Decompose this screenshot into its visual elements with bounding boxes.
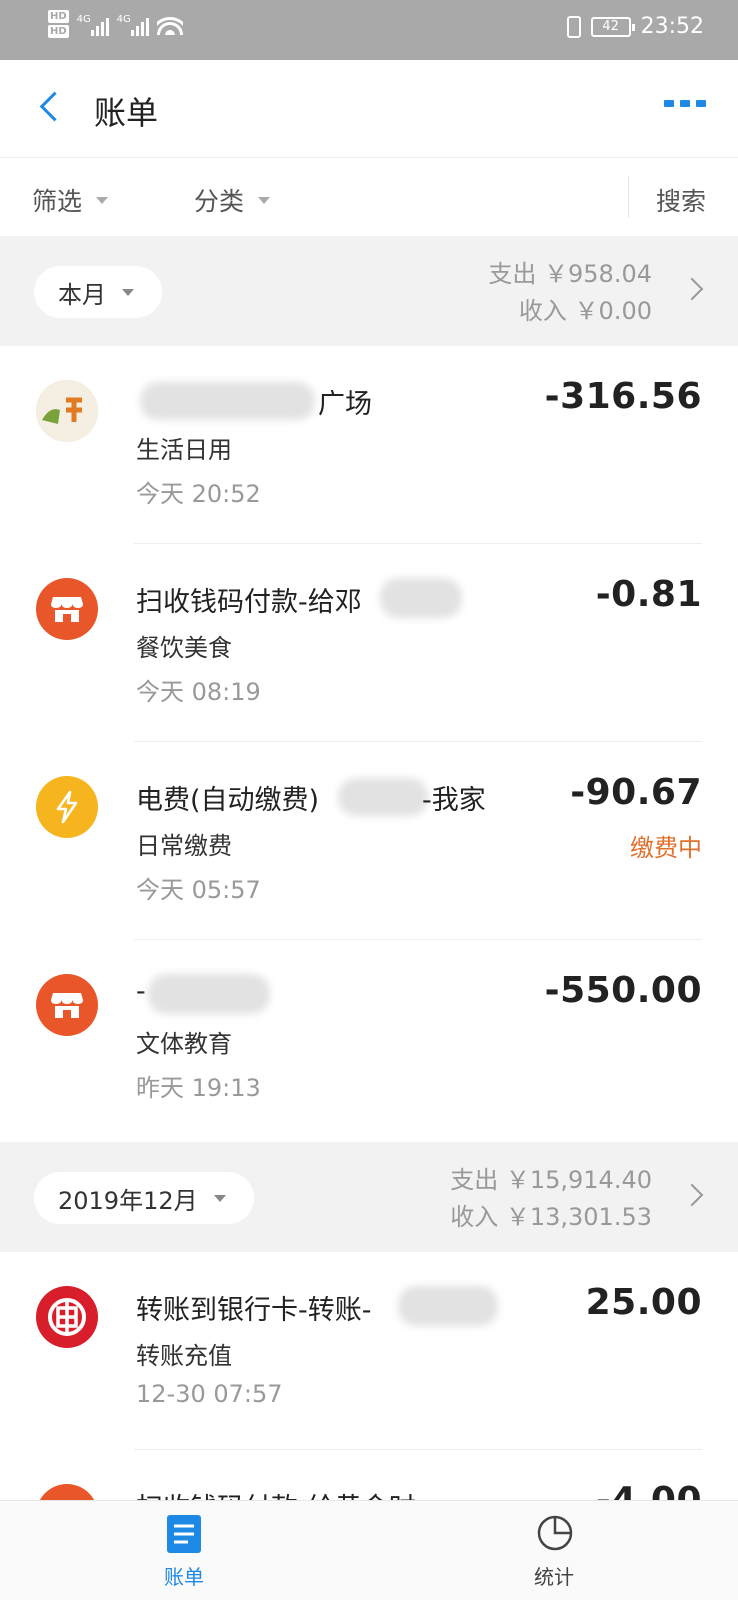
filter-bar: 筛选 分类 搜索 bbox=[0, 158, 738, 236]
transaction-time: 今天 20:52 bbox=[136, 480, 261, 508]
bill-list-icon bbox=[165, 1513, 203, 1555]
transaction-name-suffix: -我家 bbox=[422, 785, 486, 816]
transaction-row[interactable]: 扫收钱码付款-给邓 餐饮美食 今天 08:19 -0.81 bbox=[0, 544, 738, 742]
transaction-category: 生活日用 bbox=[136, 436, 232, 464]
transaction-amount: -550.00 bbox=[544, 970, 702, 1011]
transaction-amount: -316.56 bbox=[544, 376, 702, 417]
month-label: 本月 bbox=[58, 280, 106, 309]
lightning-icon bbox=[36, 776, 98, 838]
clock: 23:52 bbox=[640, 14, 704, 39]
nav-bill-label: 账单 bbox=[164, 1565, 204, 1589]
more-dots-icon[interactable] bbox=[664, 100, 706, 107]
vibrate-icon bbox=[566, 15, 581, 38]
chevron-right-icon[interactable] bbox=[680, 277, 704, 301]
app-header: 账单 bbox=[0, 60, 738, 158]
month-label: 2019年12月 bbox=[58, 1186, 198, 1215]
pie-chart-icon bbox=[535, 1513, 573, 1555]
hd-indicators: HD HD bbox=[48, 10, 69, 38]
battery-icon: 42 bbox=[590, 16, 635, 37]
transaction-time: 今天 08:19 bbox=[136, 678, 261, 706]
filter-divider bbox=[628, 176, 629, 218]
month-expense: 支出 ￥958.04 bbox=[488, 260, 652, 288]
month-expense: 支出 ￥15,914.40 bbox=[450, 1166, 652, 1194]
caret-down-icon bbox=[213, 1194, 226, 1202]
transaction-time: 12-30 07:57 bbox=[136, 1380, 283, 1408]
payment-status: 缴费中 bbox=[630, 834, 702, 862]
merchant-logo-icon bbox=[36, 380, 98, 442]
transaction-amount: -90.67 bbox=[570, 772, 702, 813]
network-type-2: 4G bbox=[116, 14, 131, 25]
wifi-icon bbox=[156, 13, 183, 35]
transaction-name: 转账到银行卡-转账- bbox=[136, 1295, 372, 1326]
hd-label-2: HD bbox=[48, 25, 69, 38]
caret-down-icon bbox=[258, 196, 271, 204]
transaction-category: 转账充值 bbox=[136, 1342, 232, 1370]
transaction-row[interactable]: 转账到银行卡-转账- 转账充值 12-30 07:57 25.00 bbox=[0, 1252, 738, 1450]
month-income: 收入 ￥0.00 bbox=[518, 297, 652, 325]
transaction-amount: 25.00 bbox=[585, 1282, 702, 1323]
month-selector[interactable]: 本月 bbox=[34, 266, 162, 318]
transaction-category: 餐饮美食 bbox=[136, 634, 232, 662]
hd-label-1: HD bbox=[48, 10, 69, 23]
month-header[interactable]: 2019年12月 支出 ￥15,914.40 收入 ￥13,301.53 bbox=[0, 1142, 738, 1252]
merchant-avatar bbox=[36, 380, 98, 442]
transaction-name: 电费(自动缴费) bbox=[136, 785, 320, 816]
redacted-blur bbox=[338, 778, 428, 816]
search-button[interactable]: 搜索 bbox=[656, 182, 706, 218]
month-totals: 支出 ￥15,914.40 收入 ￥13,301.53 bbox=[450, 1162, 652, 1236]
month-header[interactable]: 本月 支出 ￥958.04 收入 ￥0.00 bbox=[0, 236, 738, 346]
transaction-row[interactable]: 广场 生活日用 今天 20:52 -316.56 bbox=[0, 346, 738, 544]
store-icon bbox=[36, 578, 98, 640]
page-title: 账单 bbox=[94, 94, 159, 132]
month-totals: 支出 ￥958.04 收入 ￥0.00 bbox=[488, 256, 652, 330]
transaction-name: - bbox=[136, 976, 146, 1007]
chevron-right-icon[interactable] bbox=[680, 1183, 704, 1207]
nav-tab-stats[interactable]: 统计 bbox=[494, 1513, 614, 1590]
category-label: 分类 bbox=[194, 187, 245, 216]
transaction-row[interactable]: 电费(自动缴费) -我家 日常缴费 今天 05:57 -90.67 缴费中 bbox=[0, 742, 738, 940]
transaction-name: 扫收钱码付款-给邓 bbox=[136, 587, 362, 618]
filter-dropdown[interactable]: 筛选 bbox=[32, 182, 109, 218]
month-income: 收入 ￥13,301.53 bbox=[450, 1203, 652, 1231]
transaction-category: 文体教育 bbox=[136, 1030, 232, 1058]
status-right: 42 23:52 bbox=[566, 14, 704, 39]
transaction-amount: -0.81 bbox=[595, 574, 702, 615]
nav-stats-label: 统计 bbox=[534, 1565, 574, 1589]
transaction-time: 今天 05:57 bbox=[136, 876, 261, 904]
transaction-row[interactable]: - 文体教育 昨天 19:13 -550.00 bbox=[0, 940, 738, 1138]
nav-tab-bill[interactable]: 账单 bbox=[124, 1513, 244, 1590]
status-left: HD HD 4G 4G bbox=[48, 10, 183, 38]
signal-2-icon: 4G bbox=[117, 12, 149, 36]
redacted-blur bbox=[140, 382, 315, 420]
category-dropdown[interactable]: 分类 bbox=[194, 182, 271, 218]
redacted-blur bbox=[398, 1286, 498, 1326]
network-type-1: 4G bbox=[76, 14, 91, 25]
bank-icon bbox=[36, 1286, 98, 1348]
transaction-name: 广场 bbox=[318, 389, 372, 420]
signal-1-icon: 4G bbox=[77, 12, 109, 36]
redacted-blur bbox=[380, 578, 462, 618]
transaction-category: 日常缴费 bbox=[136, 832, 232, 860]
month-selector[interactable]: 2019年12月 bbox=[34, 1172, 254, 1224]
caret-down-icon bbox=[96, 196, 109, 204]
bottom-nav: 账单 统计 bbox=[0, 1500, 738, 1600]
store-icon bbox=[36, 974, 98, 1036]
status-bar: HD HD 4G 4G 42 23:52 bbox=[0, 0, 738, 60]
caret-down-icon bbox=[122, 288, 134, 296]
redacted-blur bbox=[148, 974, 270, 1014]
back-arrow-icon[interactable] bbox=[36, 88, 76, 128]
transaction-time: 昨天 19:13 bbox=[136, 1074, 261, 1102]
filter-label: 筛选 bbox=[32, 187, 83, 216]
